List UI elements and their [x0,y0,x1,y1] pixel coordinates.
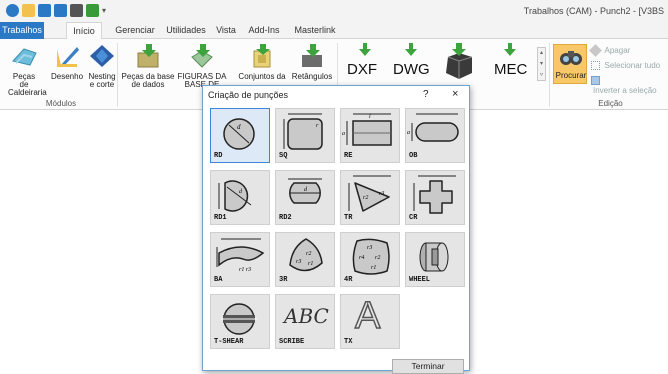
select-all-icon [591,61,600,71]
nesting-icon [90,45,114,67]
tab-gerenciar[interactable]: Gerenciar [114,22,156,39]
close-button[interactable]: × [452,88,458,100]
tool-t-shear[interactable]: T-SHEAR [210,294,270,349]
parts-db-icon [137,44,159,68]
svg-text:l: l [369,114,371,120]
tool-wheel[interactable]: WHEEL [405,232,465,287]
punch-creation-dialog: Criação de punções ? × d RD r SQ la RE a… [202,85,470,374]
tab-addins[interactable]: Add-Ins [246,22,282,39]
tool-ba[interactable]: r1 r3 BA [210,232,270,287]
tab-vista[interactable]: Vista [214,22,238,39]
assemblies-db-icon [253,44,271,68]
svg-text:r2: r2 [375,255,380,261]
tool-4r[interactable]: r3 r4 r2 r1 4R [340,232,400,287]
figures-db-icon [191,44,213,68]
print-icon[interactable] [70,4,83,17]
sheet-metal-button[interactable]: Peças de Caldeiraria [8,43,47,97]
tool-tr[interactable]: r2 r3 TR [340,170,400,225]
export-icon[interactable] [86,4,99,17]
scribe-sample-text: ABC [284,304,329,328]
search-button[interactable]: Procurar [553,44,587,84]
open-file-icon[interactable] [38,4,51,17]
select-all-button[interactable]: Selecionar tudo [591,60,660,71]
tab-utilidades[interactable]: Utilidades [165,22,207,39]
rectangles-button[interactable]: Retângulos [290,43,334,81]
tool-scribe[interactable]: ABC SCRIBE [275,294,335,349]
window-title: Trabalhos (CAM) - Punch2 - [V3BS [523,6,664,16]
ribbon-scroll-control[interactable]: ▴ ▾ ▿ [537,47,546,81]
help-button[interactable]: ? [423,89,429,100]
tool-rd2[interactable]: d RD2 [275,170,335,225]
sheet-metal-icon [12,48,37,66]
import-dwg-icon [405,43,417,56]
tab-inicio[interactable]: Início [66,22,102,40]
group-separator [549,43,550,107]
svg-text:r2: r2 [363,195,368,201]
save-file-icon[interactable] [54,4,67,17]
svg-text:a: a [342,131,345,137]
figures-db-button[interactable]: FIGURAS DA BASE DE [177,43,227,89]
edit-group-label: Edição [598,99,623,108]
finish-button[interactable]: Terminar [392,359,464,374]
rectangles-icon [302,44,322,67]
punch-tool-grid: d RD r SQ la RE a OB d RD1 d RD2 r2 r3 TR [210,108,465,349]
title-bar: ▾ Trabalhos (CAM) - Punch2 - [V3BS [0,0,668,22]
svg-text:a: a [407,130,410,136]
parts-db-button[interactable]: Peças da base de dados [121,43,175,89]
svg-text:d: d [237,123,241,131]
tool-tx[interactable]: A TX [340,294,400,349]
svg-text:r3: r3 [367,245,372,251]
tab-masterlink[interactable]: Masterlink [292,22,338,39]
svg-text:r2: r2 [306,251,311,257]
tool-ob[interactable]: a OB [405,108,465,163]
tool-sq[interactable]: r SQ [275,108,335,163]
drawing-button[interactable]: Desenho [51,43,83,81]
import-3d-icon [446,43,473,79]
binoculars-icon [560,51,582,65]
tool-3r[interactable]: r2 r3 r1 3R [275,232,335,287]
qat-dropdown-icon[interactable]: ▾ [102,4,109,17]
dialog-title-bar[interactable]: Criação de punções ? × [203,86,469,104]
svg-text:r1 r3: r1 r3 [239,267,251,273]
modules-group-label: Módulos [45,99,77,108]
assemblies-db-button[interactable]: Conjuntos da [236,43,288,81]
svg-text:r1: r1 [308,261,313,267]
invert-selection-icon [591,76,600,86]
ribbon-tabs: Trabalhos Início Gerenciar Utilidades Vi… [0,22,668,40]
tool-rd1[interactable]: d RD1 [210,170,270,225]
quick-access-toolbar: ▾ [6,4,109,17]
delete-button[interactable]: Apagar [589,44,630,57]
nesting-button[interactable]: Nesting e corte [86,43,118,89]
invert-selection-button[interactable]: Inverter a seleção [591,75,668,95]
group-separator [117,43,118,107]
text-punch-icon: A [354,294,381,338]
svg-text:r3: r3 [379,191,384,197]
eraser-icon [589,44,602,57]
import-mec-icon [504,43,516,56]
tab-trabalhos[interactable]: Trabalhos [0,22,44,39]
app-logo-icon[interactable] [6,4,19,17]
new-file-icon[interactable] [22,4,35,17]
svg-text:r4: r4 [359,254,364,261]
svg-text:r1: r1 [371,265,376,271]
tool-cr[interactable]: CR [405,170,465,225]
dialog-title: Criação de punções [208,90,289,100]
svg-text:r3: r3 [296,259,301,265]
tool-rd[interactable]: d RD [210,108,270,163]
tool-re[interactable]: la RE [340,108,400,163]
import-dxf-icon [359,43,371,56]
drawing-icon [57,47,79,67]
